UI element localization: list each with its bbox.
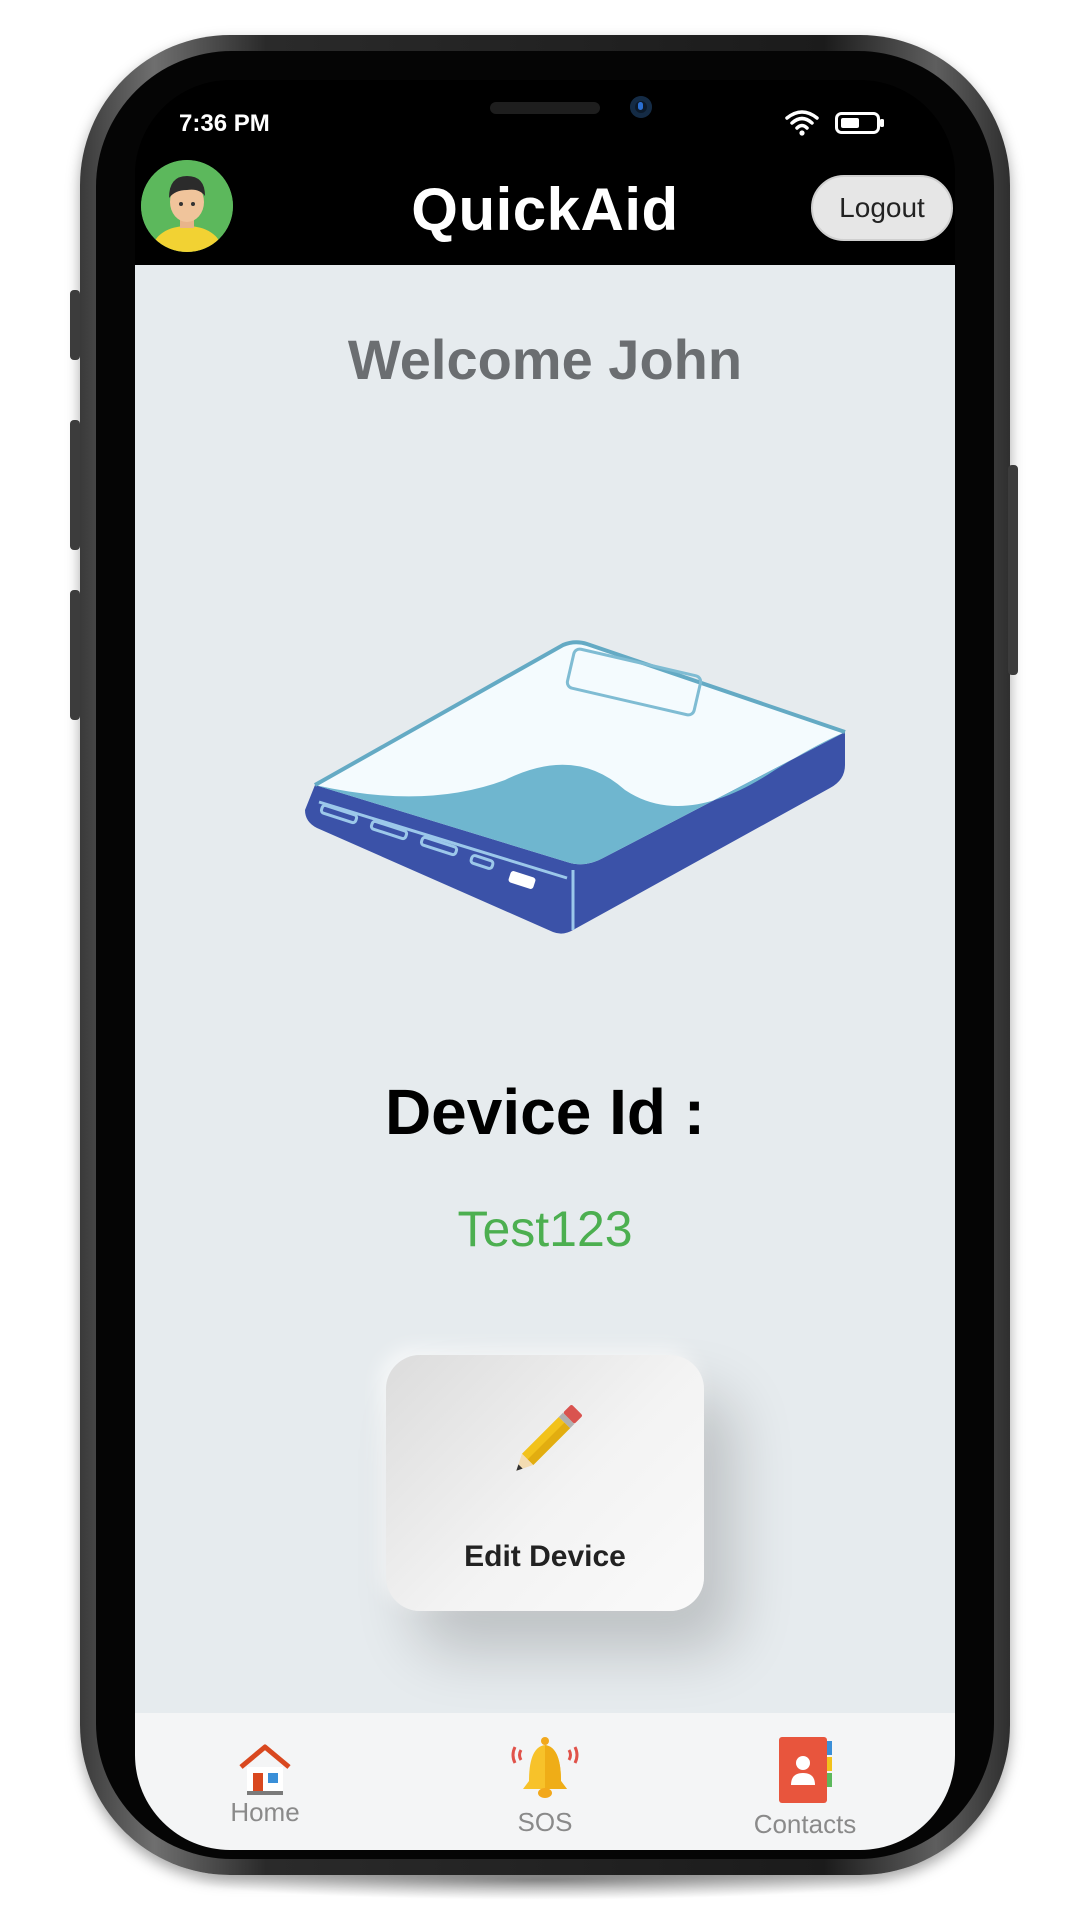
nav-label-sos: SOS	[517, 1807, 573, 1837]
phone-side-button	[70, 290, 80, 360]
app-header: QuickAid Logout	[135, 155, 955, 265]
nav-item-home[interactable]: Home	[195, 1713, 335, 1850]
front-camera	[630, 96, 652, 118]
edit-device-label: Edit Device	[464, 1540, 626, 1573]
bell-icon	[511, 1737, 579, 1798]
phone-screen: 7:36 PM QuickAid Logout Welcome John Dev…	[135, 80, 955, 1850]
welcome-heading: Welcome John	[347, 328, 743, 391]
contacts-icon	[779, 1737, 832, 1803]
phone-power-button	[1008, 465, 1018, 675]
device-illustration	[305, 640, 846, 934]
phone-volume-down-button	[70, 590, 80, 720]
status-time: 7:36 PM	[179, 110, 270, 137]
speaker-grille	[490, 102, 600, 114]
pencil-icon	[516, 1405, 582, 1471]
wifi-icon	[785, 110, 819, 136]
nav-label-contacts: Contacts	[753, 1809, 857, 1839]
device-id-value: Test123	[457, 1201, 633, 1257]
home-icon	[239, 1744, 291, 1795]
logout-button[interactable]: Logout	[811, 175, 953, 241]
battery-icon	[835, 112, 884, 134]
bottom-nav: Home SOS Contacts	[135, 1713, 955, 1850]
nav-label-home: Home	[230, 1797, 300, 1827]
nav-item-contacts[interactable]: Contacts	[725, 1713, 885, 1850]
nav-item-sos[interactable]: SOS	[475, 1713, 615, 1850]
phone-volume-up-button	[70, 420, 80, 550]
main-content: Welcome John Device Id : Test123 Edit De…	[135, 265, 955, 1713]
device-id-label: Device Id :	[384, 1076, 706, 1148]
edit-device-button[interactable]: Edit Device	[386, 1355, 704, 1611]
